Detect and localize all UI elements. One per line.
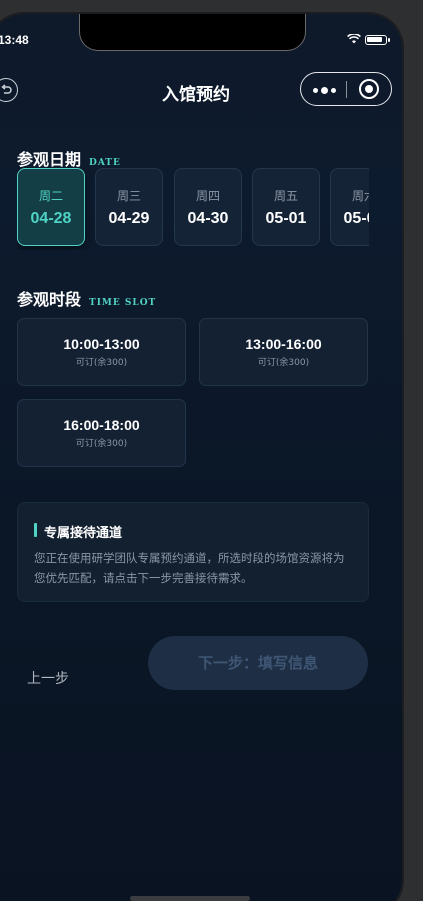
- slot-remaining: 可订(余300): [75, 439, 128, 449]
- date-value: 04-29: [108, 210, 150, 227]
- date-weekday: 周五: [273, 189, 298, 203]
- time-slot-card[interactable]: 16:00-18:00 可订(余300): [17, 399, 186, 467]
- date-weekday: 周二: [38, 189, 63, 203]
- status-time: 13:48: [0, 33, 29, 47]
- date-selector[interactable]: 周二 04-28 周三 04-29 周四 04-30 周五 05-01 周六: [17, 168, 369, 250]
- slot-time: 10:00-13:00: [63, 336, 140, 352]
- date-card[interactable]: 周四 04-30: [174, 168, 242, 246]
- next-step-button[interactable]: 下一步：填写信息: [148, 636, 368, 690]
- slot-section-subtitle: TIME SLOT: [89, 298, 157, 308]
- time-slot-card[interactable]: 13:00-16:00 可订(余300): [199, 318, 368, 386]
- screen: 13:48 入馆预约 参观日期 DATE 周二 04-28 周三 04-29 周…: [0, 0, 423, 901]
- date-card[interactable]: 周二 04-28: [17, 168, 85, 246]
- phone-frame: 13:48 入馆预约 参观日期 DATE 周二 04-28 周三 04-29 周…: [0, 14, 402, 901]
- date-card[interactable]: 周六 05-02: [330, 168, 369, 246]
- date-value: 05-01: [265, 210, 307, 227]
- capsule-divider: [346, 81, 347, 98]
- date-section-title: 参观日期: [17, 150, 82, 169]
- slot-section-header: 参观时段 TIME SLOT: [17, 286, 156, 310]
- prev-step-button[interactable]: 上一步: [27, 668, 69, 688]
- slot-remaining: 可订(余300): [75, 358, 128, 368]
- notice-accent-bar: [34, 523, 37, 537]
- device-notch: [80, 14, 305, 50]
- date-section-subtitle: DATE: [89, 158, 121, 168]
- wifi-icon: [347, 34, 361, 44]
- date-weekday: 周四: [195, 189, 220, 203]
- main-content: 参观日期 DATE 周二 04-28 周三 04-29 周四 04-30 周五: [0, 110, 402, 901]
- date-section-header: 参观日期 DATE: [17, 146, 121, 170]
- slot-remaining: 可订(余300): [257, 358, 310, 368]
- date-weekday: 周六: [351, 189, 369, 203]
- date-card[interactable]: 周三 04-29: [95, 168, 163, 246]
- date-value: 04-28: [30, 210, 72, 227]
- time-slot-card[interactable]: 10:00-13:00 可订(余300): [17, 318, 186, 386]
- close-mini-program-icon[interactable]: [359, 79, 379, 99]
- more-icon[interactable]: [313, 87, 336, 94]
- nav-bar: 入馆预约: [0, 70, 402, 110]
- date-weekday: 周三: [116, 189, 141, 203]
- notice-title: 专属接待通道: [44, 526, 123, 541]
- date-value: 04-30: [187, 210, 229, 227]
- slot-section-title: 参观时段: [17, 290, 82, 309]
- mini-program-capsule: [300, 72, 392, 106]
- notice-card: 专属接待通道 您正在使用研学团队专属预约通道，所选时段的场馆资源将为您优先匹配，…: [17, 502, 369, 602]
- slot-time: 16:00-18:00: [63, 417, 140, 433]
- date-value: 05-02: [343, 210, 369, 227]
- date-card[interactable]: 周五 05-01: [252, 168, 320, 246]
- notice-text: 您正在使用研学团队专属预约通道，所选时段的场馆资源将为您优先匹配，请点击下一步完…: [34, 551, 345, 585]
- home-indicator: [130, 896, 250, 901]
- battery-icon: [365, 35, 390, 45]
- slot-time: 13:00-16:00: [245, 336, 322, 352]
